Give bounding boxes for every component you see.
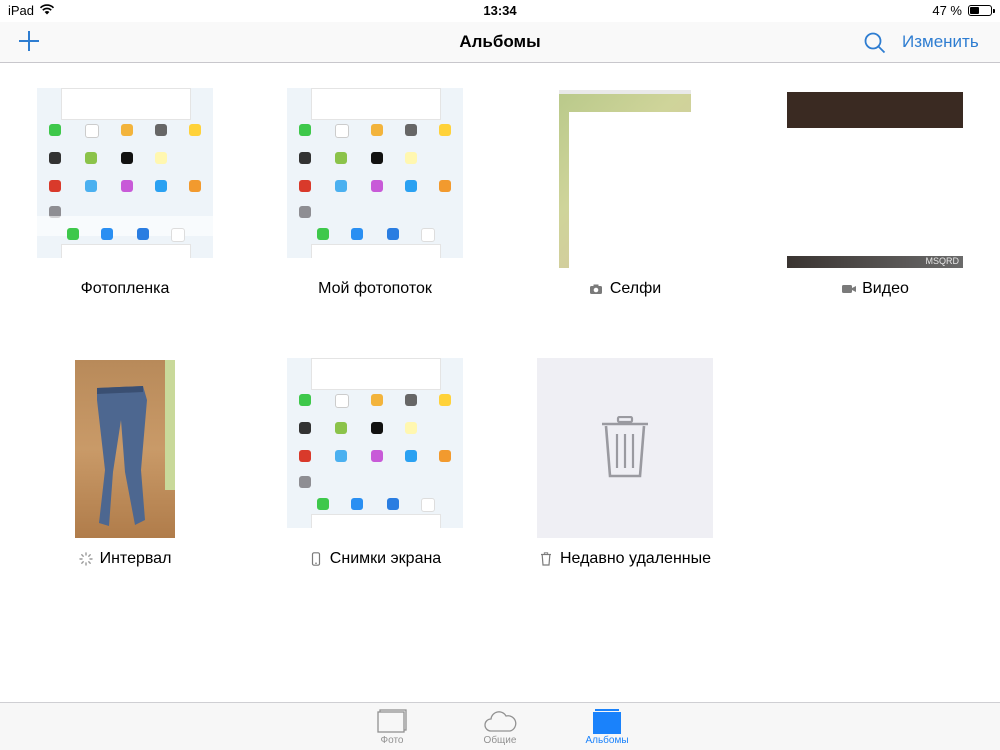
album-thumbnail xyxy=(287,358,463,528)
album-title: Недавно удаленные xyxy=(525,550,725,568)
album-title: Селфи xyxy=(525,280,725,298)
video-camera-icon xyxy=(841,282,857,296)
album-name: Снимки экрана xyxy=(329,550,442,567)
album-thumbnail: MSQRD xyxy=(787,92,963,268)
jeans-photo xyxy=(97,386,147,526)
status-bar: iPad 13:34 47 % xyxy=(0,0,1000,22)
album-name: Видео xyxy=(862,280,909,297)
timelapse-icon xyxy=(78,552,93,566)
battery-percent: 47 % xyxy=(932,3,962,18)
album-title: Мой фотопоток xyxy=(275,280,475,298)
video-watermark: MSQRD xyxy=(925,256,960,266)
photos-albums-screen: iPad 13:34 47 % Альбомы Изменить Фотопле… xyxy=(0,0,1000,750)
album-name: Недавно удаленные xyxy=(559,550,712,567)
album-thumbnail xyxy=(559,90,691,268)
album-timelapse[interactable]: Интервал xyxy=(25,350,225,580)
album-name: Интервал xyxy=(99,550,172,567)
album-title: Интервал xyxy=(25,550,225,568)
album-camera-roll[interactable]: Фотопленка xyxy=(25,80,225,310)
status-right: 47 % xyxy=(932,3,995,18)
trash-large-icon xyxy=(602,416,648,478)
photos-icon xyxy=(374,707,410,735)
trash-icon xyxy=(539,552,553,566)
albums-icon xyxy=(589,707,625,735)
album-thumbnail xyxy=(287,88,463,258)
screenshot-thumbnail xyxy=(287,358,463,528)
album-thumbnail xyxy=(37,88,213,258)
tab-bar: Фото Общие Альбомы xyxy=(0,702,1000,750)
album-recently-deleted[interactable]: Недавно удаленные xyxy=(525,350,725,580)
search-icon xyxy=(864,32,886,54)
album-videos[interactable]: MSQRD Видео xyxy=(775,80,975,310)
album-selfies[interactable]: Селфи xyxy=(525,80,725,310)
tab-shared[interactable]: Общие xyxy=(460,707,540,746)
tab-photos[interactable]: Фото xyxy=(352,707,432,746)
album-thumbnail xyxy=(75,360,175,538)
album-title: Снимки экрана xyxy=(275,550,475,568)
edit-button[interactable]: Изменить xyxy=(902,32,979,52)
tab-label: Общие xyxy=(483,735,517,746)
album-name: Селфи xyxy=(609,280,662,297)
status-time: 13:34 xyxy=(483,3,517,18)
screenshot-thumbnail xyxy=(37,88,213,258)
album-title: Фотопленка xyxy=(25,280,225,298)
album-title: Видео xyxy=(775,280,975,298)
navigation-bar: Альбомы Изменить xyxy=(0,22,1000,63)
tab-label: Альбомы xyxy=(585,735,629,746)
tab-albums[interactable]: Альбомы xyxy=(567,707,647,746)
album-thumbnail xyxy=(537,358,713,538)
tab-label: Фото xyxy=(380,735,404,746)
album-name: Фотопленка xyxy=(80,280,170,297)
album-screenshots[interactable]: Снимки экрана xyxy=(275,350,475,580)
album-name: Мой фотопоток xyxy=(318,280,432,297)
phone-icon xyxy=(309,552,323,566)
screenshot-thumbnail xyxy=(287,88,463,258)
page-title: Альбомы xyxy=(459,32,541,51)
album-my-photo-stream[interactable]: Мой фотопоток xyxy=(275,80,475,310)
cloud-icon xyxy=(482,707,518,735)
search-button[interactable] xyxy=(862,30,888,56)
battery-icon xyxy=(968,5,995,16)
camera-icon xyxy=(589,282,603,296)
